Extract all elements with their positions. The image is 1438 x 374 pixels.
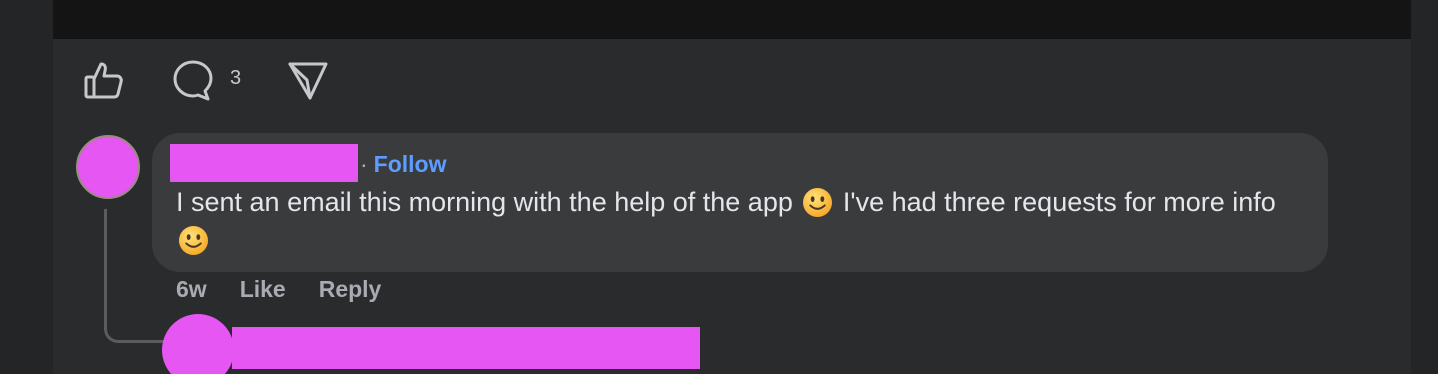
post-media-bottom (53, 0, 1411, 39)
comment-reply-button[interactable]: Reply (319, 276, 382, 303)
follow-label: Follow (373, 151, 447, 177)
share-button[interactable] (287, 59, 329, 101)
send-icon (288, 62, 328, 100)
comment-timestamp[interactable]: 6w (176, 276, 207, 303)
slightly-smiling-face-icon (178, 225, 209, 256)
reply-author-name-redacted[interactable] (232, 327, 700, 369)
like-button[interactable] (84, 60, 124, 100)
post-action-bar: 3 (84, 59, 329, 101)
comment-like-button[interactable]: Like (240, 276, 286, 303)
slightly-smiling-face-icon (803, 187, 833, 218)
comment-text-part1: I sent an email this morning with the he… (176, 187, 793, 217)
comment-bubble-icon (173, 60, 213, 101)
comment-button[interactable]: 3 (172, 59, 241, 101)
comment-text: I sent an email this morning with the he… (176, 183, 1306, 259)
follow-separator: · (360, 151, 368, 177)
comment-count: 3 (230, 66, 242, 89)
follow-link[interactable]: · Follow (358, 151, 447, 178)
thumbs-up-icon (84, 62, 123, 99)
page: 3 · Follow I sent an email this morning w… (0, 0, 1438, 374)
comment-author-avatar[interactable] (76, 135, 140, 199)
comment-author-name-redacted[interactable] (170, 144, 358, 182)
comment-text-part2: I've had three requests for more info (842, 187, 1276, 217)
comment-meta-row: 6w Like Reply (176, 276, 414, 303)
